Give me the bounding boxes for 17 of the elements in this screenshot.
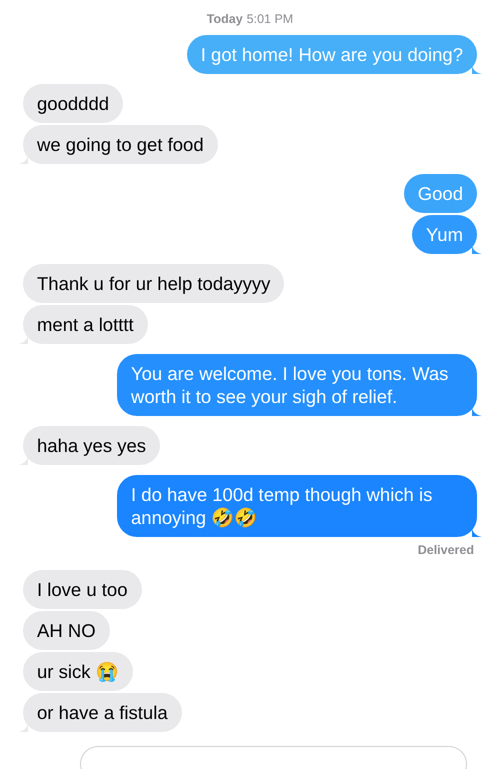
sent-message-bubble: You are welcome. I love you tons. Was worth it to see your sigh of relief. xyxy=(117,354,477,416)
received-message-bubble: or have a fistula xyxy=(23,692,182,732)
timestamp-day: Today xyxy=(206,10,243,29)
received-message-bubble: haha yes yes xyxy=(23,426,160,465)
received-message-bubble: Thank u for ur help todayyyy xyxy=(23,264,284,303)
received-message-bubble: goodddd xyxy=(23,84,124,123)
sent-message-bubble: Good xyxy=(404,174,477,213)
received-message-bubble: we going to get food xyxy=(23,124,218,164)
sent-message-bubble: I got home! How are you doing? xyxy=(186,34,477,74)
received-message-bubble: I love u too xyxy=(23,570,142,608)
received-message-bubble: AH NO xyxy=(23,610,110,650)
sent-message-bubble: Yum xyxy=(412,214,477,254)
delivery-status: Delivered xyxy=(418,542,474,559)
timestamp-time: 5:01 PM xyxy=(246,11,294,28)
received-message-bubble: ur sick 😭 xyxy=(23,652,133,690)
received-message-bubble: ment a lotttt xyxy=(23,304,148,344)
sent-message-bubble: I do have 100d temp though which is annoying 🤣🤣 xyxy=(117,474,477,537)
